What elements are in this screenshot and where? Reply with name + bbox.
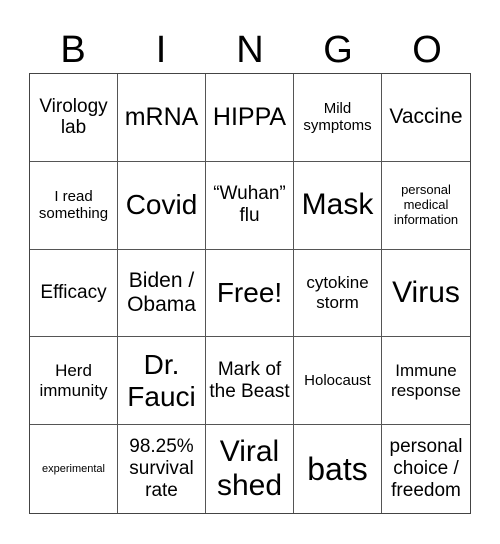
bingo-cell[interactable]: Mask <box>294 161 382 250</box>
bingo-cell[interactable]: Immune response <box>382 337 470 426</box>
bingo-cell[interactable]: experimental <box>30 425 118 513</box>
bingo-cell[interactable]: Mark of the Beast <box>206 337 294 426</box>
bingo-cell[interactable]: Mild symptoms <box>294 74 382 162</box>
bingo-cell[interactable]: I read something <box>30 161 118 250</box>
bingo-cell[interactable]: Virology lab <box>30 74 118 162</box>
bingo-cell[interactable]: Biden / Obama <box>118 249 206 338</box>
bingo-cell[interactable]: HIPPA <box>206 74 294 162</box>
bingo-cell[interactable]: Vaccine <box>382 74 470 162</box>
bingo-cell[interactable]: personal medical information <box>382 162 470 250</box>
bingo-cell[interactable]: Virus <box>382 250 470 338</box>
bingo-cell[interactable]: personal choice / freedom <box>382 425 470 513</box>
header-letter-b: B <box>60 29 86 71</box>
bingo-cell[interactable]: Holocaust <box>294 337 382 426</box>
bingo-cell[interactable]: Efficacy <box>30 249 118 338</box>
bingo-cell[interactable]: Dr. Fauci <box>118 337 206 426</box>
bingo-cell[interactable]: cytokine storm <box>294 249 382 338</box>
bingo-cell[interactable]: 98.25% survival rate <box>118 425 206 513</box>
header-letter-n: N <box>236 29 264 71</box>
bingo-grid: Virology lab mRNA HIPPA Mild symptoms Va… <box>29 73 471 514</box>
bingo-cell[interactable]: Covid <box>118 161 206 250</box>
bingo-cell[interactable]: Herd immunity <box>30 337 118 426</box>
header-letter-g: G <box>323 29 353 71</box>
bingo-cell[interactable]: bats <box>294 425 382 513</box>
free-space-cell[interactable]: Free! <box>206 249 294 338</box>
bingo-cell[interactable]: Viral shed <box>206 425 294 513</box>
bingo-cell[interactable]: mRNA <box>118 74 206 162</box>
header-letter-i: I <box>155 29 167 71</box>
header-letter-o: O <box>412 29 442 71</box>
bingo-cell[interactable]: “Wuhan” flu <box>206 161 294 250</box>
